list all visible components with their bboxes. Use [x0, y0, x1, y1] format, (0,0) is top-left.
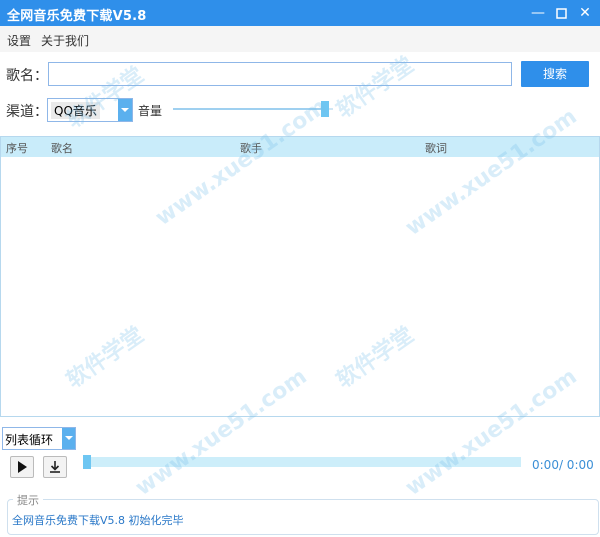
progress-handle[interactable]: [83, 455, 91, 469]
channel-select[interactable]: QQ音乐: [47, 98, 133, 122]
channel-label: 渠道：: [6, 104, 48, 120]
song-name-label: 歌名：: [6, 68, 48, 84]
column-song[interactable]: 歌名: [51, 140, 73, 156]
menu-settings[interactable]: 设置: [7, 32, 31, 49]
column-lyrics[interactable]: 歌词: [425, 140, 447, 156]
tip-legend: 提示: [13, 492, 43, 508]
loop-mode-select[interactable]: 列表循环: [2, 427, 76, 450]
column-index[interactable]: 序号: [6, 140, 28, 156]
volume-handle[interactable]: [321, 101, 329, 117]
menu-about[interactable]: 关于我们: [41, 32, 89, 49]
chevron-down-icon[interactable]: [62, 428, 75, 449]
loop-mode-value: 列表循环: [5, 433, 54, 447]
volume-slider[interactable]: [173, 101, 333, 117]
volume-fill: [173, 108, 325, 110]
maximize-icon[interactable]: [551, 3, 571, 23]
watermark-text: 软件学堂: [332, 52, 419, 124]
time-display: 0:00/ 0:00: [532, 458, 594, 472]
channel-value: QQ音乐: [51, 102, 100, 119]
close-icon[interactable]: ✕: [575, 3, 595, 23]
minimize-icon[interactable]: —: [528, 3, 548, 23]
volume-label: 音量: [138, 104, 163, 118]
song-name-input[interactable]: [48, 62, 512, 86]
chevron-down-icon[interactable]: [118, 99, 132, 121]
download-button[interactable]: [43, 456, 67, 478]
playback-progress[interactable]: [83, 455, 521, 469]
play-button[interactable]: [10, 456, 34, 478]
menu-bar: 设置 关于我们: [0, 26, 600, 52]
search-button[interactable]: 搜索: [521, 61, 589, 87]
download-icon: [50, 461, 60, 473]
tip-message: 全网音乐免费下载V5.8 初始化完毕: [12, 514, 184, 527]
window-title: 全网音乐免费下载V5.8: [7, 9, 147, 24]
table-header: 序号 歌名 歌手 歌词: [1, 137, 599, 157]
title-bar: 全网音乐免费下载V5.8 — ✕: [0, 0, 600, 26]
play-icon: [18, 461, 27, 473]
column-singer[interactable]: 歌手: [240, 140, 262, 156]
song-table[interactable]: 序号 歌名 歌手 歌词: [0, 136, 600, 417]
